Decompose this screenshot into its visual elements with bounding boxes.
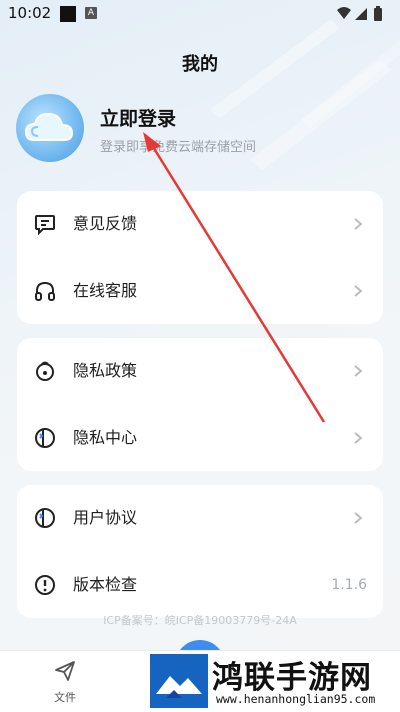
privacy-policy-icon <box>36 361 54 381</box>
info-icon <box>35 575 55 595</box>
menu-item-privacy-policy[interactable]: 隐私政策 <box>17 338 383 404</box>
privacy-card: 隐私政策 隐私中心 <box>17 338 383 471</box>
menu-item-version-check[interactable]: 版本检查 1.1.6 <box>17 552 383 618</box>
status-time: 10:02 <box>8 4 52 22</box>
signal-icon <box>355 8 367 20</box>
feedback-icon <box>35 215 55 236</box>
chevron-right-icon <box>354 365 363 377</box>
menu-item-label: 意见反馈 <box>73 214 138 233</box>
a-notification-icon: A <box>85 7 97 19</box>
chevron-right-icon <box>354 512 363 524</box>
battery-icon <box>374 6 382 21</box>
menu-item-label: 版本检查 <box>73 575 138 594</box>
menu-item-privacy-center[interactable]: 隐私中心 <box>17 405 383 471</box>
tab-files[interactable]: 文件 <box>40 659 90 705</box>
wifi-icon <box>337 7 351 19</box>
menu-item-label: 隐私政策 <box>73 361 138 380</box>
tab-files-label: 文件 <box>54 691 76 704</box>
version-value: 1.1.6 <box>331 577 367 593</box>
system-icons <box>337 6 382 21</box>
icp-record: ICP备案号：皖ICP备19003779号-24A <box>103 614 297 627</box>
avatar[interactable] <box>16 94 84 162</box>
privacy-center-icon <box>35 428 55 448</box>
watermark-url: www.henanhonglian95.com <box>216 692 376 706</box>
headset-icon <box>35 281 55 301</box>
about-card: 用户协议 版本检查 1.1.6 <box>17 485 383 618</box>
status-bar: 10:02 A <box>0 0 400 28</box>
user-agreement-icon <box>35 508 55 528</box>
chevron-right-icon <box>354 432 363 444</box>
send-icon <box>55 661 75 681</box>
page-title: 我的 <box>182 54 218 75</box>
menu-item-label: 在线客服 <box>73 281 138 300</box>
menu-item-user-agreement[interactable]: 用户协议 <box>17 485 383 551</box>
support-card: 意见反馈 在线客服 <box>17 191 383 324</box>
chevron-right-icon <box>354 218 363 230</box>
menu-item-label: 隐私中心 <box>73 428 138 447</box>
login-subtitle: 登录即享免费云端存储空间 <box>100 140 257 155</box>
watermark-text: 鸿联手游网 <box>212 660 372 696</box>
watermark-logo-icon <box>150 654 208 708</box>
chevron-right-icon <box>354 285 363 297</box>
menu-item-online-service[interactable]: 在线客服 <box>17 258 383 324</box>
login-button[interactable]: 立即登录 <box>100 104 176 131</box>
watermark: 鸿联手游网 www.henanhonglian95.com <box>150 652 400 711</box>
menu-item-feedback[interactable]: 意见反馈 <box>17 191 383 257</box>
menu-item-label: 用户协议 <box>73 508 138 527</box>
notification-square-icon <box>60 6 76 22</box>
cloud-icon <box>24 112 74 141</box>
